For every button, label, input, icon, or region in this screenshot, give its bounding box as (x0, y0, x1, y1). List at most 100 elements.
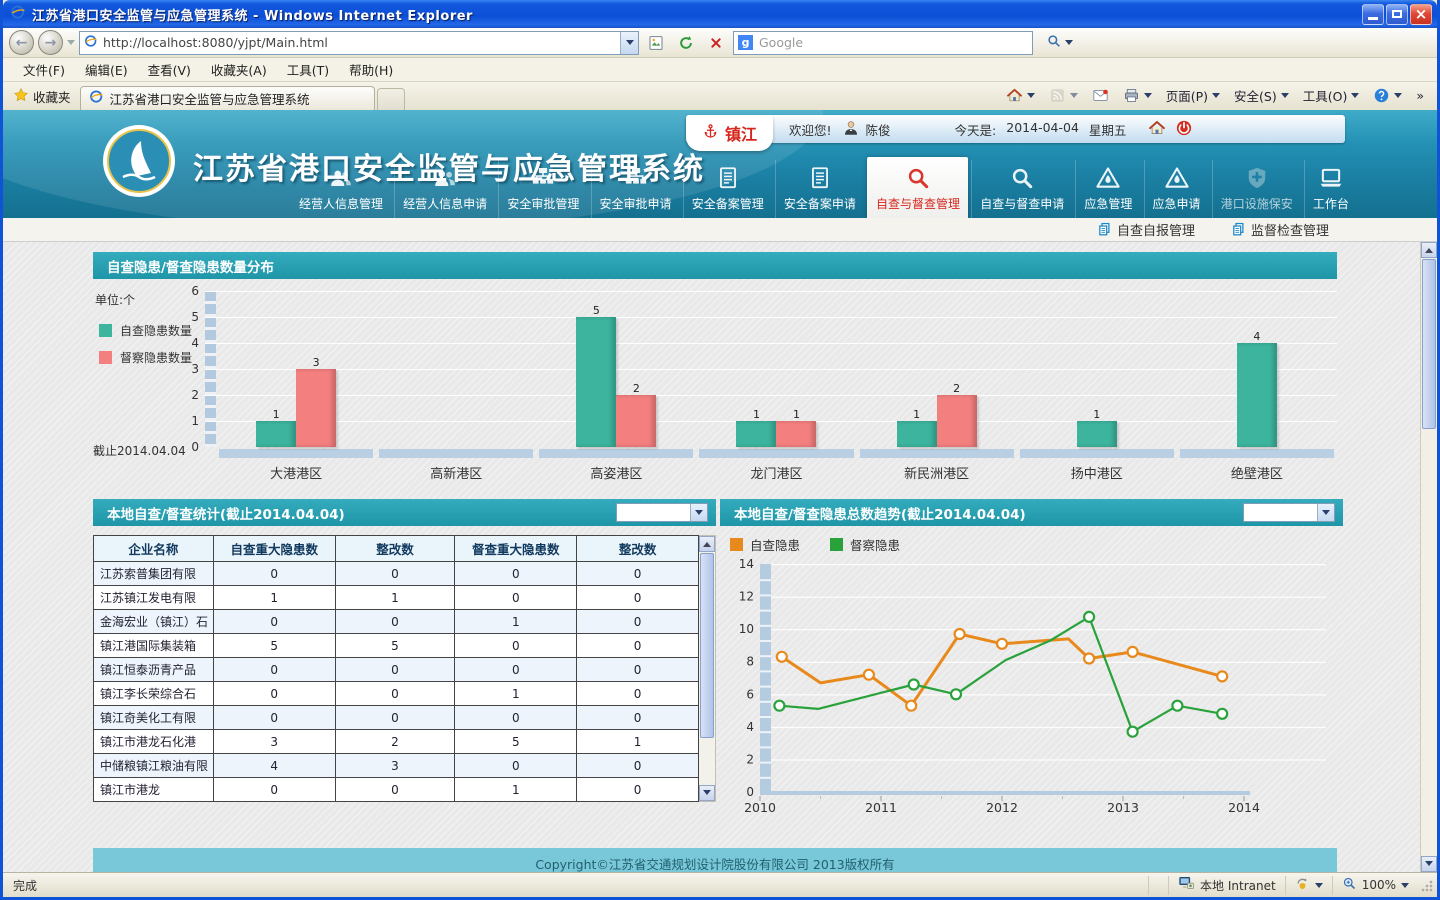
page-scroll-up-button[interactable] (1421, 242, 1437, 258)
feeds-button[interactable] (1042, 83, 1085, 107)
protected-mode-button[interactable] (1285, 876, 1332, 895)
table-scrollbar[interactable] (699, 535, 716, 802)
history-dropdown-icon[interactable] (67, 40, 75, 49)
table-header-cell: 整改数 (335, 536, 455, 562)
org-icon (530, 165, 556, 191)
page-scrollbar[interactable] (1420, 242, 1437, 872)
nav-item-6[interactable]: 安全备案申请 (775, 160, 864, 218)
safety-menu-button[interactable]: 安全(S) (1227, 83, 1296, 107)
nav-item-3[interactable]: 安全审批管理 (498, 160, 587, 218)
search-box[interactable]: g Google (733, 31, 1033, 55)
home-button[interactable] (999, 83, 1042, 107)
table-cell: 0 (455, 658, 577, 682)
nav-item-label: 应急申请 (1153, 195, 1201, 212)
mail-button[interactable] (1085, 83, 1116, 107)
nav-item-2[interactable]: 经营人信息申请 (394, 160, 495, 218)
sub-nav: 自查自报管理 监督检查管理 (3, 218, 1437, 242)
help-button[interactable] (1366, 83, 1409, 107)
nav-item-4[interactable]: 安全审批申请 (591, 160, 680, 218)
nav-item-7[interactable]: 自查与督查管理 (867, 157, 968, 218)
nav-item-12[interactable]: 工作台 (1304, 160, 1357, 218)
tab-active[interactable]: 江苏省港口安全监管与应急管理系统 (80, 86, 375, 110)
page-scroll-thumb[interactable] (1422, 259, 1436, 429)
nav-item-10[interactable]: 应急申请 (1144, 160, 1209, 218)
table-row-4[interactable]: 镇江港国际集装箱5500 (94, 634, 699, 658)
compatibility-view-button[interactable] (643, 30, 669, 55)
main-nav: 经营人信息管理经营人信息申请安全审批管理安全审批申请安全备案管理安全备案申请自查… (291, 156, 1357, 218)
table-row-8[interactable]: 镇江市港龙石化港3251 (94, 730, 699, 754)
table-cell: 5 (213, 634, 335, 658)
stop-button[interactable] (703, 30, 729, 55)
nav-item-9[interactable]: 应急管理 (1075, 160, 1140, 218)
menu-item-3[interactable]: 查看(V) (138, 57, 201, 82)
bar-督察隐患数量: 1 (776, 408, 816, 447)
table-row-2[interactable]: 江苏镇江发电有限1100 (94, 586, 699, 610)
svg-text:4: 4 (746, 720, 754, 734)
warn-icon (1095, 165, 1121, 191)
more-commands-button[interactable]: » (1409, 83, 1431, 107)
status-text: 完成 (13, 877, 37, 894)
table-row-7[interactable]: 镇江奇美化工有限0000 (94, 706, 699, 730)
nav-item-1[interactable]: 经营人信息管理 (291, 160, 391, 218)
bar-chart: 单位:个 自查隐患数量督察隐患数量 截止2014.04.04 135211121… (93, 279, 1337, 485)
print-icon (1123, 87, 1140, 104)
table-row-1[interactable]: 江苏索普集团有限0000 (94, 562, 699, 586)
table-cell: 0 (335, 682, 455, 706)
nav-item-8[interactable]: 自查与督查申请 (971, 160, 1072, 218)
menu-item-2[interactable]: 编辑(E) (75, 57, 138, 82)
table-row-10[interactable]: 镇江市港龙0010 (94, 778, 699, 802)
close-button[interactable]: × (1410, 4, 1432, 25)
table-row-9[interactable]: 中储粮镇江粮油有限4300 (94, 754, 699, 778)
table-cell: 0 (577, 610, 699, 634)
trend-panel: 本地自查/督查隐患总数趋势(截止2014.04.04) 自查隐患督察隐患 024… (720, 499, 1343, 824)
date-label: 今天是: (955, 120, 997, 139)
new-tab-stub[interactable] (377, 88, 405, 110)
menu-item-4[interactable]: 收藏夹(A) (201, 57, 277, 82)
trend-point (1217, 709, 1227, 719)
table-cell: 3 (213, 730, 335, 754)
bar-督察隐患数量: 2 (937, 382, 977, 447)
home-icon[interactable] (1148, 119, 1166, 140)
table-cell: 0 (577, 562, 699, 586)
trend-point (997, 639, 1007, 649)
scroll-up-button[interactable] (699, 536, 715, 552)
back-button[interactable]: ← (9, 30, 34, 55)
subnav-item-2[interactable]: 监督检查管理 (1231, 220, 1329, 239)
page-scroll-down-button[interactable] (1421, 856, 1437, 872)
trend-point (1128, 727, 1138, 737)
resize-grip[interactable] (1420, 879, 1433, 892)
nav-item-11[interactable]: 港口设施保安 (1212, 160, 1301, 218)
forward-button[interactable]: → (38, 30, 63, 55)
menu-item-5[interactable]: 工具(T) (277, 57, 339, 82)
menu-item-1[interactable]: 文件(F) (13, 57, 75, 82)
print-button[interactable] (1116, 83, 1159, 107)
restore-button[interactable] (1386, 4, 1408, 25)
search-placeholder[interactable]: Google (759, 35, 803, 50)
statistics-filter-dropdown[interactable] (616, 503, 708, 522)
table-row-3[interactable]: 金海宏业（镇江）石0010 (94, 610, 699, 634)
nav-item-5[interactable]: 安全备案管理 (683, 160, 772, 218)
refresh-button[interactable] (673, 30, 699, 55)
nav-item-label: 工作台 (1313, 195, 1349, 212)
table-row-6[interactable]: 镇江李长荣综合石0010 (94, 682, 699, 706)
star-icon (13, 87, 29, 106)
rss-icon (1049, 87, 1066, 104)
scroll-thumb[interactable] (700, 553, 714, 738)
scroll-down-button[interactable] (699, 785, 715, 801)
trend-filter-dropdown[interactable] (1243, 503, 1335, 522)
menu-item-6[interactable]: 帮助(H) (339, 57, 403, 82)
page-menu-button[interactable]: 页面(P) (1159, 83, 1227, 107)
subnav-item-1[interactable]: 自查自报管理 (1097, 220, 1195, 239)
address-bar[interactable]: http://localhost:8080/yjpt/Main.html (79, 31, 639, 55)
address-url[interactable]: http://localhost:8080/yjpt/Main.html (103, 35, 615, 50)
search-go-button[interactable] (1037, 30, 1081, 55)
zoom-control[interactable]: 100% (1332, 876, 1418, 895)
address-dropdown-button[interactable] (620, 32, 638, 54)
favorites-button[interactable]: 收藏夹 (9, 87, 80, 110)
tools-menu-button[interactable]: 工具(O) (1296, 83, 1367, 107)
table-row-5[interactable]: 镇江恒泰沥青产品0000 (94, 658, 699, 682)
compat-icon (647, 34, 665, 52)
logout-power-icon[interactable] (1175, 119, 1193, 140)
trend-point (909, 680, 919, 690)
minimize-button[interactable] (1362, 4, 1384, 25)
